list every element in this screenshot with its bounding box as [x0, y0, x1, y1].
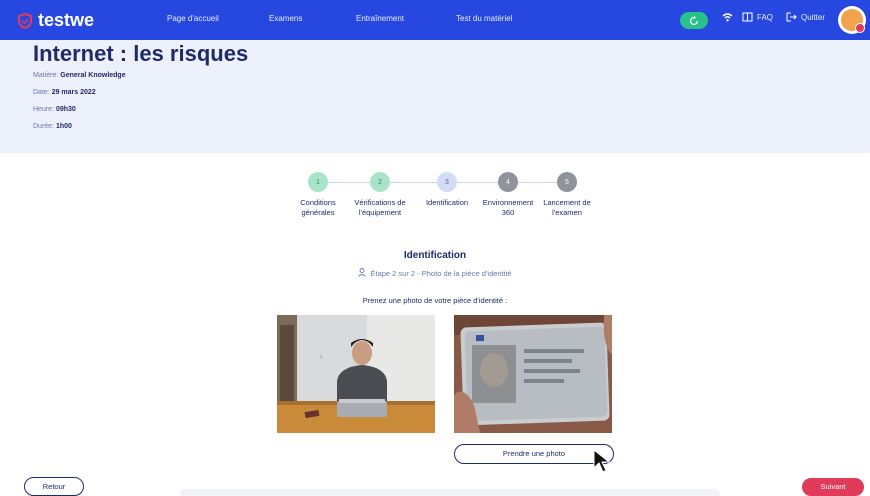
user-avatar[interactable]: [838, 6, 866, 34]
step-label: Lancement de l'examen: [543, 198, 591, 217]
exam-date: Date: 29 mars 2022: [33, 89, 96, 96]
step-number: 1: [308, 172, 328, 192]
date-label: Date:: [33, 89, 50, 96]
webcam-preview: [277, 315, 435, 433]
step-2: 2 Vérifications de l'équipement: [350, 172, 410, 218]
avatar-image: [841, 9, 865, 33]
logo-text: testwe: [38, 10, 95, 30]
nav-link-home[interactable]: Page d'accueil: [167, 14, 219, 23]
webcam-image: [277, 315, 435, 433]
photo-instruction: Prenez une photo de votre pièce d'identi…: [362, 296, 508, 305]
step-label: Environnement 360: [482, 198, 534, 217]
duration-value: 1h00: [55, 123, 72, 130]
take-photo-button[interactable]: Prendre une photo: [454, 444, 614, 464]
step-number: 3: [437, 172, 457, 192]
subject-label: Matière:: [33, 72, 59, 79]
notification-dot: [855, 23, 865, 33]
exam-hour: Heure: 09h30: [33, 106, 76, 113]
step-label: Conditions générales: [300, 198, 336, 217]
faq-label: FAQ: [757, 12, 774, 22]
back-button[interactable]: Retour: [24, 477, 84, 496]
step-4: 4 Environnement 360: [478, 172, 538, 218]
subject-value: General Knowledge: [60, 72, 126, 79]
hour-value: 09h30: [55, 106, 76, 113]
network-status[interactable]: [722, 12, 733, 22]
hour-label: Heure:: [33, 106, 55, 113]
mouse-cursor-icon: [593, 448, 611, 473]
substep-text: Étape 2 sur 2 - Photo de la pièce d'iden…: [370, 269, 512, 278]
step-number: 2: [370, 172, 390, 192]
logout-icon: [786, 12, 797, 22]
step-3: 3 Identification: [417, 172, 477, 208]
step-1: 1 Conditions générales: [288, 172, 348, 218]
exam-subject: Matière: General Knowledge: [33, 72, 126, 79]
id-card-image: [454, 315, 612, 433]
sync-button[interactable]: [680, 12, 708, 29]
step-label: Identification: [425, 198, 469, 207]
nav-link-training[interactable]: Entraînement: [356, 14, 404, 23]
duration-label: Durée:: [33, 123, 55, 130]
exam-title: Internet : les risques: [33, 41, 249, 66]
book-icon: [742, 12, 753, 22]
step-number: 4: [498, 172, 518, 192]
bottom-bar: [180, 489, 720, 496]
top-navbar: testwe Page d'accueil Examens Entraîneme…: [0, 0, 870, 40]
user-icon: [358, 268, 367, 277]
next-button[interactable]: Suivant: [802, 478, 864, 496]
substep-indicator: Étape 2 sur 2 - Photo de la pièce d'iden…: [0, 268, 870, 278]
exam-duration: Durée: 1h00: [33, 123, 72, 130]
quit-button[interactable]: Quitter: [786, 12, 825, 22]
id-card-preview: [454, 315, 612, 433]
testwe-logo[interactable]: testwe: [18, 10, 94, 31]
step-5: 5 Lancement de l'examen: [537, 172, 597, 218]
refresh-icon: [689, 15, 699, 25]
nav-link-exams[interactable]: Examens: [269, 14, 302, 23]
wifi-icon: [722, 13, 733, 22]
nav-link-hardware-test[interactable]: Test du matériel: [456, 14, 512, 23]
step-number: 5: [557, 172, 577, 192]
faq-link[interactable]: FAQ: [742, 12, 773, 22]
date-value: 29 mars 2022: [51, 89, 96, 96]
shield-icon: [18, 12, 32, 29]
quit-label: Quitter: [801, 12, 826, 22]
step-label: Vérifications de l'équipement: [354, 198, 406, 217]
identification-title: Identification: [403, 250, 467, 261]
